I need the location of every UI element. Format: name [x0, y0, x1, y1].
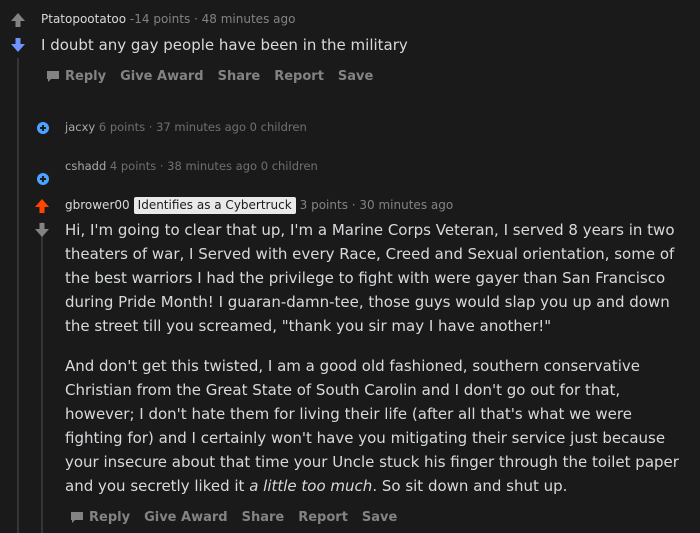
timestamp[interactable]: 48 minutes ago [202, 12, 296, 26]
expand-comment-icon[interactable] [37, 122, 49, 134]
downvote-arrow-icon[interactable] [34, 222, 50, 238]
reply-label: Reply [89, 510, 131, 525]
reply-button[interactable]: Reply [70, 510, 130, 525]
children-count: 0 children [249, 120, 307, 134]
timestamp[interactable]: 30 minutes ago [359, 198, 453, 212]
children-count: 0 children [260, 159, 318, 173]
collapsed-comment[interactable]: jacxy 6 points · 37 minutes ago 0 childr… [65, 120, 307, 134]
give-award-button[interactable]: Give Award [120, 69, 204, 84]
share-button[interactable]: Share [242, 510, 285, 525]
thread-rail-nested[interactable] [41, 222, 43, 533]
comment-meta: Ptatopootatoo -14 points · 48 minutes ag… [41, 12, 296, 26]
points: 6 points [98, 120, 146, 134]
report-button[interactable]: Report [274, 69, 324, 84]
timestamp[interactable]: 38 minutes ago [167, 159, 257, 173]
points: -14 points [129, 12, 191, 26]
upvote-arrow-icon[interactable] [10, 12, 26, 28]
give-award-button[interactable]: Give Award [144, 510, 228, 525]
points: 3 points [299, 198, 348, 212]
italic-text: a little too much [249, 477, 373, 495]
comment-paragraph: Hi, I'm going to clear that up, I'm a Ma… [65, 221, 675, 335]
text-run: And don't get this twisted, I am a good … [65, 357, 679, 495]
username[interactable]: gbrower00 [65, 198, 130, 212]
comment-actions: Reply Give Award Share Report Save [46, 69, 387, 84]
expand-comment-icon[interactable] [37, 173, 49, 185]
reply-button[interactable]: Reply [46, 69, 106, 84]
username[interactable]: jacxy [65, 120, 95, 134]
text-run: . So sit down and shut up. [372, 477, 568, 495]
comment-meta: gbrower00 Identifies as a Cybertruck 3 poi… [65, 197, 454, 214]
downvote-arrow-icon[interactable] [10, 37, 26, 53]
comment-actions: Reply Give Award Share Report Save [70, 510, 411, 525]
report-button[interactable]: Report [298, 510, 348, 525]
upvote-arrow-icon[interactable] [34, 198, 50, 214]
save-button[interactable]: Save [362, 510, 397, 525]
thread-rail[interactable] [17, 58, 19, 533]
user-flair: Identifies as a Cybertruck [133, 197, 296, 214]
comment-body: Hi, I'm going to clear that up, I'm a Ma… [65, 218, 693, 498]
speech-bubble-icon [71, 512, 83, 523]
username[interactable]: Ptatopootatoo [41, 12, 126, 26]
comment-body: I doubt any gay people have been in the … [41, 36, 408, 54]
share-button[interactable]: Share [218, 69, 261, 84]
speech-bubble-icon [47, 71, 59, 82]
save-button[interactable]: Save [338, 69, 373, 84]
reply-label: Reply [65, 69, 107, 84]
username[interactable]: cshadd [65, 159, 106, 173]
collapsed-comment[interactable]: cshadd 4 points · 38 minutes ago 0 child… [65, 159, 318, 173]
comment-paragraph: And don't get this twisted, I am a good … [65, 354, 693, 498]
timestamp[interactable]: 37 minutes ago [156, 120, 246, 134]
points: 4 points [109, 159, 157, 173]
